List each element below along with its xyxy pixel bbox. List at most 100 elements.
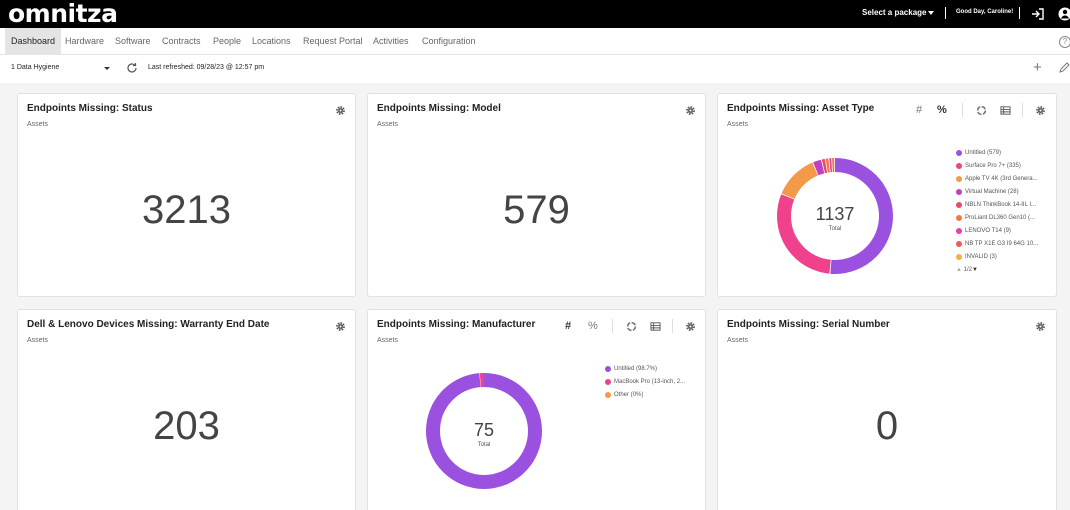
- legend-page-number: 1/2: [963, 267, 972, 273]
- legend-label: Untitled (98.7%): [614, 366, 658, 372]
- widget-card: Endpoints Missing: Model Assets 579: [367, 93, 706, 297]
- legend-item[interactable]: Apple TV 4K (3rd Genera...: [956, 174, 1038, 187]
- legend-pager[interactable]: ▲ 1/2▼: [956, 265, 1038, 278]
- widget-title: Endpoints Missing: Model: [377, 103, 501, 114]
- metric-value: 3213: [142, 188, 231, 232]
- donut-total-label: Total: [477, 442, 491, 448]
- main-nav: Dashboard Hardware Software Contracts Pe…: [0, 28, 1070, 55]
- legend-swatch: [956, 150, 962, 156]
- legend-swatch: [956, 202, 962, 208]
- legend-swatch: [956, 241, 962, 247]
- legend-label: MacBook Pro (13-inch, 2...: [614, 379, 686, 385]
- nav-request-portal[interactable]: Request Portal: [303, 28, 363, 55]
- toolbar-divider: [962, 103, 963, 117]
- chart-legend: Untitled (579) Surface Pro 7+ (335) Apple …: [956, 148, 1038, 278]
- logout-icon[interactable]: [1031, 7, 1045, 21]
- nav-hardware[interactable]: Hardware: [65, 28, 104, 55]
- widget-subtitle: Assets: [27, 121, 49, 128]
- legend-item[interactable]: Untitled (579): [956, 148, 1038, 161]
- header-divider: [945, 7, 946, 19]
- nav-software[interactable]: Software: [115, 28, 151, 55]
- legend-item[interactable]: Virtual Machine (28): [956, 187, 1038, 200]
- legend-label: Virtual Machine (28): [965, 189, 1019, 195]
- legend-item[interactable]: NB TP X1E G3 I9 64G 10...: [956, 239, 1038, 252]
- nav-people[interactable]: People: [213, 28, 241, 55]
- donut-chart-icon[interactable]: [626, 321, 637, 332]
- nav-activities[interactable]: Activities: [373, 28, 409, 55]
- nav-contracts[interactable]: Contracts: [162, 28, 201, 55]
- gear-icon[interactable]: [685, 321, 696, 332]
- refresh-icon[interactable]: [126, 62, 138, 74]
- app-logo[interactable]: omnitza: [8, 0, 118, 28]
- nav-dashboard[interactable]: Dashboard: [5, 28, 62, 55]
- gear-icon[interactable]: [335, 321, 346, 332]
- help-icon[interactable]: ?: [1059, 36, 1070, 48]
- legend-swatch: [605, 379, 611, 385]
- count-toggle-icon[interactable]: #: [565, 320, 571, 332]
- legend-item[interactable]: NBLN ThinkBook 14-IIL I...: [956, 200, 1038, 213]
- gear-icon[interactable]: [335, 105, 346, 116]
- percent-toggle-icon[interactable]: %: [588, 320, 598, 332]
- last-refreshed-text: Last refreshed: 09/28/23 @ 12:57 pm: [148, 64, 265, 71]
- chevron-down-icon[interactable]: [928, 11, 934, 15]
- percent-toggle-icon[interactable]: %: [937, 104, 947, 116]
- donut-chart-icon[interactable]: [976, 105, 987, 116]
- widget-title: Endpoints Missing: Asset Type: [727, 103, 875, 114]
- widget-subtitle: Assets: [727, 337, 749, 344]
- chevron-down-icon[interactable]: [104, 67, 110, 70]
- legend-label: Apple TV 4K (3rd Genera...: [965, 176, 1038, 182]
- legend-label: INVALID (3): [965, 254, 997, 260]
- widget-title: Endpoints Missing: Status: [27, 103, 153, 114]
- header-divider: [1019, 7, 1020, 19]
- dashboard-select[interactable]: 1 Data Hygiene: [11, 64, 59, 71]
- legend-item[interactable]: MacBook Pro (13-inch, 2...: [605, 377, 685, 390]
- metric-value: 203: [153, 404, 220, 448]
- edit-icon[interactable]: [1058, 62, 1070, 74]
- count-toggle-icon[interactable]: #: [916, 104, 922, 116]
- dashboard-toolbar: 1 Data Hygiene Last refreshed: 09/28/23 …: [0, 55, 1070, 83]
- widget-title: Endpoints Missing: Serial Number: [727, 319, 890, 330]
- legend-label: NB TP X1E G3 I9 64G 10...: [965, 241, 1039, 247]
- legend-item[interactable]: ProLiant DL360 Gen10 (...: [956, 213, 1038, 226]
- legend-item[interactable]: Untitled (98.7%): [605, 364, 685, 377]
- legend-swatch: [956, 254, 962, 260]
- legend-swatch: [956, 189, 962, 195]
- add-widget-icon[interactable]: +: [1033, 60, 1042, 75]
- legend-item[interactable]: INVALID (3): [956, 252, 1038, 265]
- legend-label: ProLiant DL360 Gen10 (...: [965, 215, 1036, 221]
- greeting-text: Good Day, Caroline!: [956, 9, 1014, 15]
- legend-item[interactable]: Surface Pro 7+ (335): [956, 161, 1038, 174]
- widget-card: Endpoints Missing: Serial Number Assets …: [717, 309, 1057, 510]
- widget-title: Dell & Lenovo Devices Missing: Warranty …: [27, 319, 270, 330]
- table-view-icon[interactable]: [1000, 105, 1011, 116]
- legend-swatch: [605, 392, 611, 398]
- metric-value: 579: [503, 188, 570, 232]
- nav-locations[interactable]: Locations: [252, 28, 291, 55]
- nav-configuration[interactable]: Configuration: [422, 28, 476, 55]
- legend-next-icon[interactable]: ▼: [972, 267, 978, 273]
- gear-icon[interactable]: [1035, 105, 1046, 116]
- legend-item[interactable]: LENOVO T14 (9): [956, 226, 1038, 239]
- legend-label: LENOVO T14 (9): [965, 228, 1011, 234]
- legend-label: NBLN ThinkBook 14-IIL I...: [965, 202, 1037, 208]
- legend-label: Untitled (579): [965, 150, 1002, 156]
- legend-label: Surface Pro 7+ (335): [965, 163, 1021, 169]
- legend-swatch: [956, 176, 962, 182]
- user-icon[interactable]: [1058, 6, 1070, 22]
- metric-value: 0: [875, 404, 899, 448]
- donut-center-label: 1137 Total: [800, 204, 870, 232]
- legend-prev-icon[interactable]: ▲: [956, 267, 964, 273]
- gear-icon[interactable]: [685, 105, 696, 116]
- widget-subtitle: Assets: [377, 337, 399, 344]
- top-header: omnitza Select a package Good Day, Carol…: [0, 0, 1070, 28]
- legend-item[interactable]: Other (0%): [605, 390, 685, 403]
- toolbar-divider: [1022, 103, 1023, 117]
- widget-title: Endpoints Missing: Manufacturer: [377, 319, 536, 330]
- table-view-icon[interactable]: [650, 321, 661, 332]
- widget-card: Dell & Lenovo Devices Missing: Warranty …: [17, 309, 356, 510]
- widget-subtitle: Assets: [727, 121, 749, 128]
- gear-icon[interactable]: [1035, 321, 1046, 332]
- package-select[interactable]: Select a package: [862, 8, 926, 17]
- widget-subtitle: Assets: [377, 121, 399, 128]
- legend-swatch: [956, 228, 962, 234]
